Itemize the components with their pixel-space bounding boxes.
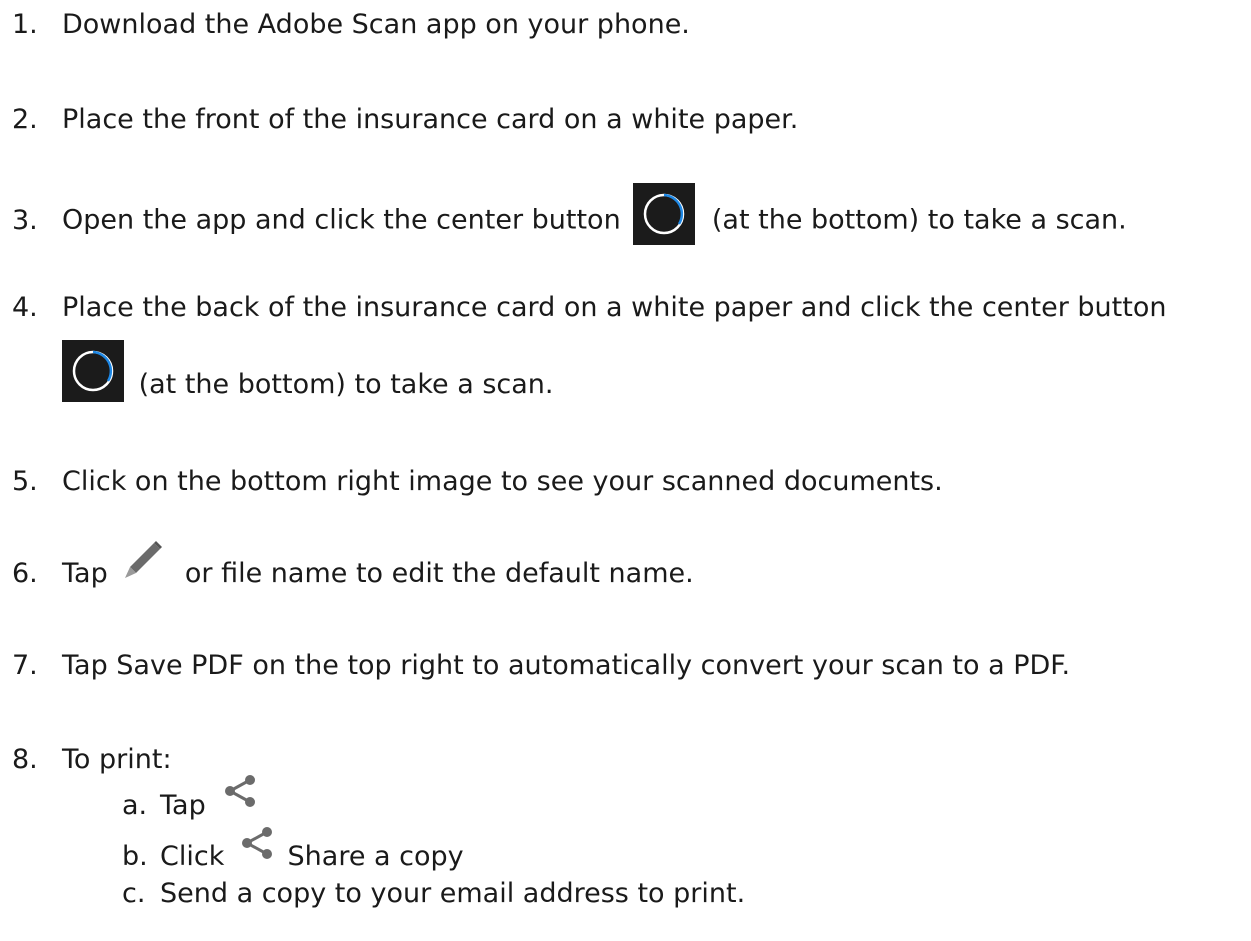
substep-text: Send a copy to your email address to pri… [160, 878, 746, 909]
step-text-after: (at the bottom) to take a scan. [711, 204, 1127, 236]
step-text-after: (at the bottom) to take a scan. [138, 368, 554, 400]
step-4: 4. Place the back of the insurance card o… [12, 291, 1166, 325]
step-number: 4. [12, 292, 38, 323]
step-2: 2. Place the front of the insurance card … [12, 103, 798, 137]
step-number: 7. [12, 650, 38, 681]
step-text: Download the Adobe Scan app on your phon… [62, 9, 690, 40]
step-6: 6. Tap or file name to edit the default n… [12, 541, 694, 592]
step-text: Click on the bottom right image to see y… [62, 466, 943, 497]
scan-button-icon [62, 340, 124, 402]
step-3: 3. Open the app and click the center butt… [12, 183, 1127, 245]
step-4-continuation: (at the bottom) to take a scan. [62, 340, 553, 402]
step-8: 8. To print: [12, 743, 172, 777]
pencil-icon [120, 537, 166, 592]
step-text: Place the front of the insurance card on… [62, 104, 799, 135]
step-text: To print: [62, 744, 172, 775]
substep-a: a. Tap [122, 775, 260, 821]
step-number: 3. [12, 204, 38, 236]
substep-c: c. Send a copy to your email address to p… [122, 879, 745, 909]
scan-button-icon [633, 183, 696, 245]
step-5: 5. Click on the bottom right image to see… [12, 465, 943, 499]
step-1: 1. Download the Adobe Scan app on your ph… [12, 8, 690, 42]
substep-letter: a. [122, 790, 148, 821]
step-number: 2. [12, 104, 38, 135]
step-number: 6. [12, 558, 38, 589]
substep-letter: b. [122, 841, 148, 872]
step-text-before: Open the app and click the center button [62, 204, 621, 236]
step-number: 1. [12, 9, 38, 40]
substep-b: b. Click Share a copy [122, 827, 464, 872]
step-text-after: or file name to edit the default name. [184, 558, 694, 589]
substep-text-before: Tap [160, 790, 206, 821]
step-text-before: Tap [62, 558, 108, 589]
step-text: Place the back of the insurance card on … [62, 292, 1167, 323]
share-icon [220, 773, 260, 816]
step-number: 8. [12, 744, 38, 775]
step-text: Tap Save PDF on the top right to automat… [62, 650, 1071, 681]
substep-letter: c. [122, 878, 146, 909]
step-7: 7. Tap Save PDF on the top right to autom… [12, 649, 1070, 683]
share-icon [237, 825, 277, 868]
substep-text-before: Click [160, 841, 225, 872]
step-number: 5. [12, 466, 38, 497]
substep-text-after: Share a copy [287, 841, 464, 872]
